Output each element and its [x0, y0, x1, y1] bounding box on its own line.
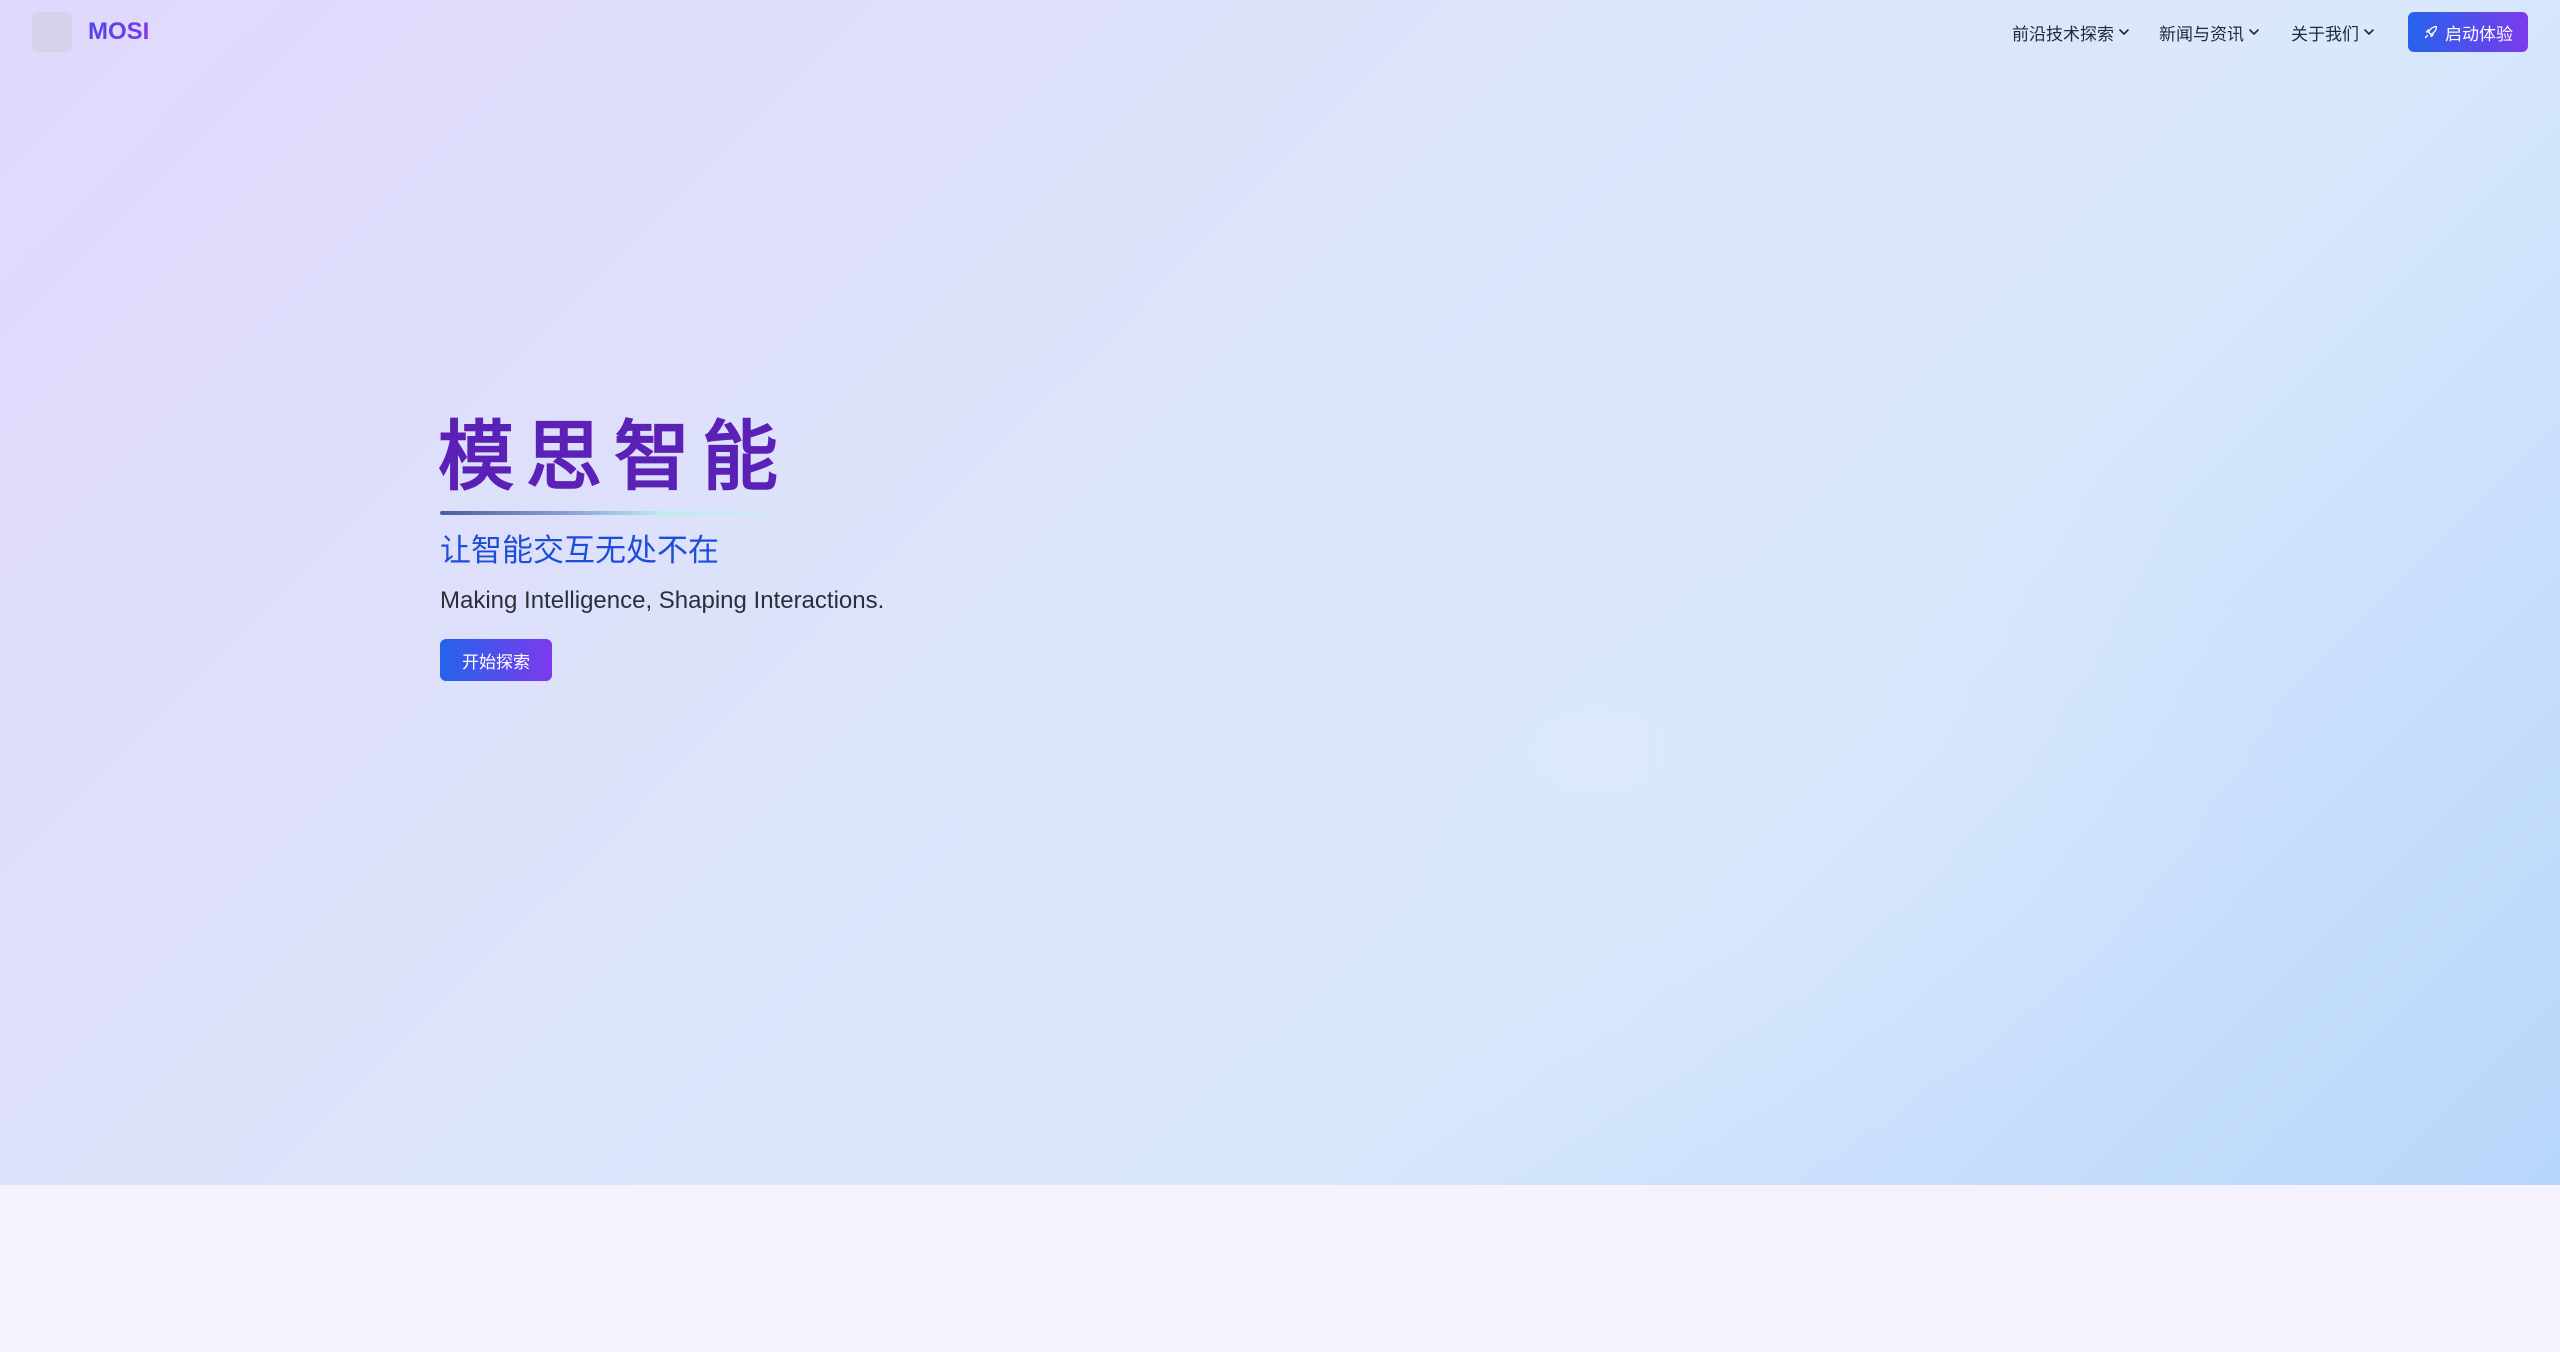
chevron-down-icon — [2364, 29, 2374, 35]
top-navigation-bar: MOSI 前沿技术探索 新闻与资讯 关于我们 启动体验 — [0, 0, 2560, 64]
launch-experience-label: 启动体验 — [2445, 24, 2513, 44]
hero-divider — [440, 511, 810, 515]
launch-experience-button[interactable]: 启动体验 — [2408, 12, 2528, 52]
lower-section — [0, 1185, 2560, 1352]
chevron-down-icon — [2119, 29, 2129, 35]
nav-item-label: 关于我们 — [2291, 24, 2359, 44]
nav-item-tech-exploration[interactable]: 前沿技术探索 — [2012, 18, 2131, 46]
hero-title: 模思智能 — [438, 415, 790, 500]
rocket-icon — [2424, 25, 2438, 39]
page: MOSI 前沿技术探索 新闻与资讯 关于我们 启动体验 模思智能 让智能交互无处… — [0, 0, 2560, 1352]
nav-item-label: 前沿技术探索 — [2012, 24, 2114, 44]
chevron-down-icon — [2249, 29, 2259, 35]
logo-image[interactable] — [32, 12, 72, 52]
nav-item-news[interactable]: 新闻与资讯 — [2159, 18, 2261, 46]
nav-item-about-us[interactable]: 关于我们 — [2291, 18, 2376, 46]
brand-name[interactable]: MOSI — [88, 16, 149, 48]
hero-subtitle: 让智能交互无处不在 — [440, 533, 719, 568]
hero-section — [0, 0, 2560, 1200]
hero-background-glow — [900, 300, 2300, 1200]
nav-item-label: 新闻与资讯 — [2159, 24, 2244, 44]
start-exploring-button[interactable]: 开始探索 — [440, 639, 552, 681]
hero-tagline: Making Intelligence, Shaping Interaction… — [440, 587, 885, 614]
